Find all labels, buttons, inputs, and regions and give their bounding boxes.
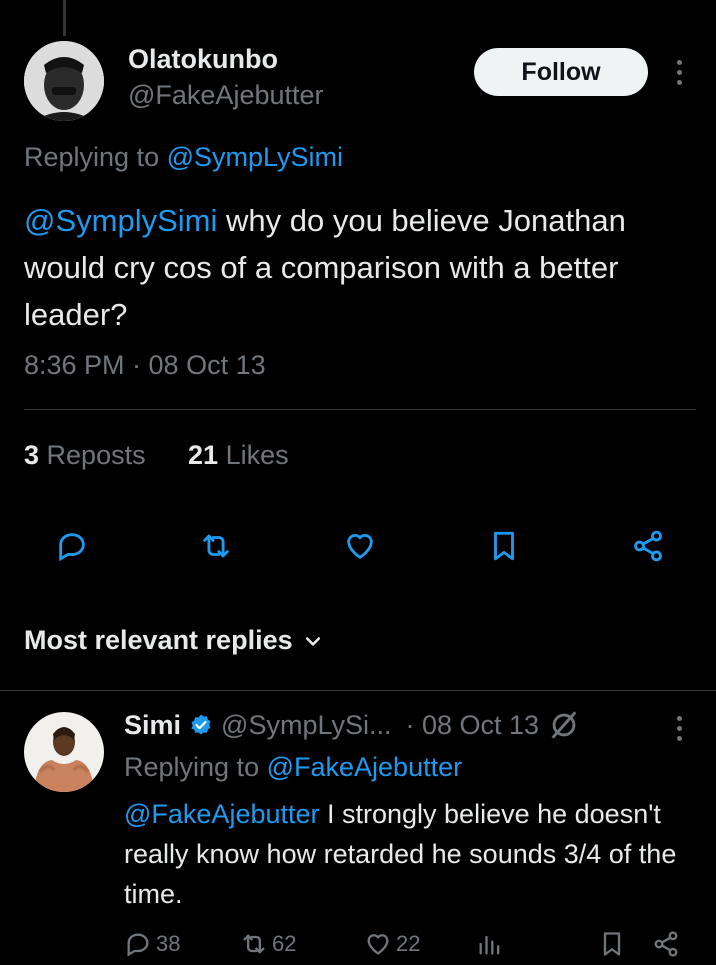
heart-icon (367, 934, 389, 955)
author-handle[interactable]: @FakeAjebutter (128, 80, 324, 111)
reply-replies-count: 38 (156, 931, 181, 956)
reply-author-handle[interactable]: @SympLySi... (221, 710, 391, 741)
reply-repost-button[interactable]: 62 (240, 930, 296, 958)
heart-icon (347, 534, 373, 559)
reply-mention-link[interactable]: @FakeAjebutter (124, 799, 320, 829)
reply-header: Simi @SympLySi... · 08 Oct 13 (124, 708, 581, 742)
replying-to-label: Replying to (24, 142, 167, 172)
reply-reposts-count: 62 (272, 931, 297, 956)
repost-button[interactable] (194, 524, 238, 568)
replies-sort-label: Most relevant replies (24, 625, 293, 655)
reply-text: @FakeAjebutter I strongly believe he doe… (124, 794, 684, 914)
reply-icon (127, 933, 149, 957)
tweet-mention-link[interactable]: @SymplySimi (24, 203, 217, 238)
bookmark-button[interactable] (482, 524, 526, 568)
likes-stat[interactable]: 21 Likes (188, 440, 289, 471)
reply-replying-to-label: Replying to (124, 752, 267, 782)
tweet-text: @SymplySimi why do you believe Jonathan … (24, 197, 694, 338)
reply-like-button[interactable]: 22 (364, 930, 420, 958)
share-button[interactable] (626, 524, 670, 568)
chevron-down-icon (305, 636, 320, 646)
tweet-timestamp[interactable]: 8:36 PM · 08 Oct 13 (24, 350, 266, 381)
verified-badge-icon (191, 714, 211, 735)
author-name[interactable]: Olatokunbo (128, 44, 278, 75)
reply-replies-button[interactable]: 38 (124, 930, 180, 958)
reply-button[interactable] (50, 524, 94, 568)
divider (0, 690, 716, 691)
divider (24, 409, 696, 410)
reply-likes-count: 22 (396, 931, 421, 956)
reply-author-name[interactable]: Simi (124, 710, 181, 741)
reply-replying-to-line: Replying to @FakeAjebutter (124, 752, 462, 783)
reply-date[interactable]: · 08 Oct 13 (405, 710, 539, 741)
reply-author-avatar[interactable] (24, 712, 104, 792)
thread-connector-line (63, 0, 66, 36)
more-options-icon[interactable] (677, 60, 682, 85)
author-avatar[interactable] (24, 41, 104, 121)
likes-label: Likes (225, 440, 289, 470)
bookmark-icon (603, 932, 621, 956)
reply-share-button[interactable] (652, 930, 680, 958)
likes-count: 21 (188, 440, 219, 470)
views-chart-icon (479, 935, 500, 955)
reposts-count: 3 (24, 440, 40, 470)
replying-to-line: Replying to @SympLySimi (24, 142, 343, 173)
author-avatar-image (24, 41, 104, 121)
replies-sort-dropdown[interactable]: Most relevant replies (24, 625, 323, 656)
follow-button[interactable]: Follow (474, 48, 648, 96)
share-icon (634, 530, 662, 562)
replying-to-link[interactable]: @SympLySimi (167, 142, 343, 172)
share-icon (654, 931, 678, 957)
repost-icon (203, 534, 229, 558)
reply-replying-to-link[interactable]: @FakeAjebutter (267, 752, 463, 782)
reposts-stat[interactable]: 3 Reposts (24, 440, 146, 471)
repost-icon (243, 934, 265, 954)
like-button[interactable] (338, 524, 382, 568)
reply-more-options-icon[interactable] (677, 716, 682, 741)
bookmark-icon (494, 531, 514, 561)
reposts-label: Reposts (46, 440, 146, 470)
reply-author-avatar-image (24, 712, 104, 792)
reply-bookmark-button[interactable] (598, 930, 626, 958)
grok-icon[interactable] (547, 708, 581, 742)
reply-views-button[interactable] (476, 930, 504, 958)
reply-icon (59, 533, 85, 562)
